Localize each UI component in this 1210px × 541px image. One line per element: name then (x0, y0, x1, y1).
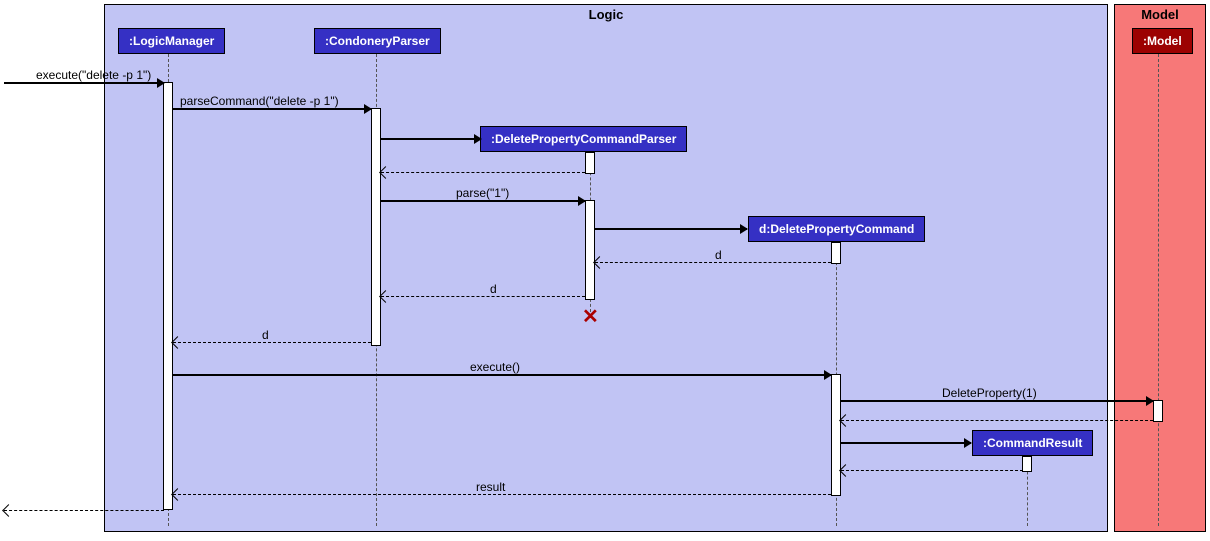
msg-parse-command (173, 108, 371, 110)
dpc-activation2 (831, 374, 841, 496)
condonery-parser-activation (371, 108, 381, 346)
msg-parse (381, 200, 585, 202)
model-lifeline (1158, 54, 1159, 526)
msg-create-dpcp-return (381, 172, 585, 173)
model-frame-label: Model (1133, 5, 1187, 24)
msg-parse-label: parse("1") (456, 186, 509, 200)
model-box: :Model (1132, 28, 1193, 54)
msg-execute (4, 82, 164, 84)
msg-result-label: result (476, 480, 505, 494)
msg-parse-command-label: parseCommand("delete -p 1") (180, 94, 339, 108)
msg-return-d2-label: d (490, 282, 497, 296)
logic-frame-label: Logic (581, 5, 632, 24)
logic-manager-box: :LogicManager (118, 28, 225, 54)
dpcp-activation1 (585, 152, 595, 174)
msg-execute2-label: execute() (470, 360, 520, 374)
dpcp-activation2 (585, 200, 595, 300)
condonery-parser-box: :CondoneryParser (314, 28, 441, 54)
msg-delete-property-return (841, 420, 1153, 421)
msg-return-d2 (381, 296, 585, 297)
msg-final-return (4, 510, 164, 511)
msg-delete-property (841, 400, 1153, 402)
destroy-icon: ✕ (582, 304, 599, 329)
dpc-activation1 (831, 242, 841, 264)
msg-create-dpcp (381, 138, 481, 140)
model-activation (1153, 400, 1163, 422)
msg-commandresult-return (841, 470, 1023, 471)
msg-return-d3-label: d (262, 328, 269, 342)
msg-execute-label: execute("delete -p 1") (36, 68, 151, 82)
logic-manager-activation (163, 82, 173, 510)
msg-create-commandresult (841, 442, 971, 444)
msg-execute2 (173, 374, 831, 376)
msg-result (173, 494, 831, 495)
logic-frame: Logic (104, 4, 1108, 532)
sequence-diagram: Logic Model :LogicManager :CondoneryPars… (0, 0, 1210, 541)
model-frame: Model (1114, 4, 1206, 532)
msg-delete-property-label: DeleteProperty(1) (942, 386, 1037, 400)
msg-create-dpc (595, 228, 747, 230)
command-result-activation (1022, 456, 1032, 472)
delete-property-command-box: d:DeletePropertyCommand (748, 216, 925, 242)
msg-return-d1-label: d (715, 248, 722, 262)
msg-return-d3 (173, 342, 371, 343)
delete-property-command-parser-box: :DeletePropertyCommandParser (480, 126, 687, 152)
command-result-box: :CommandResult (972, 430, 1093, 456)
msg-return-d1 (595, 262, 831, 263)
